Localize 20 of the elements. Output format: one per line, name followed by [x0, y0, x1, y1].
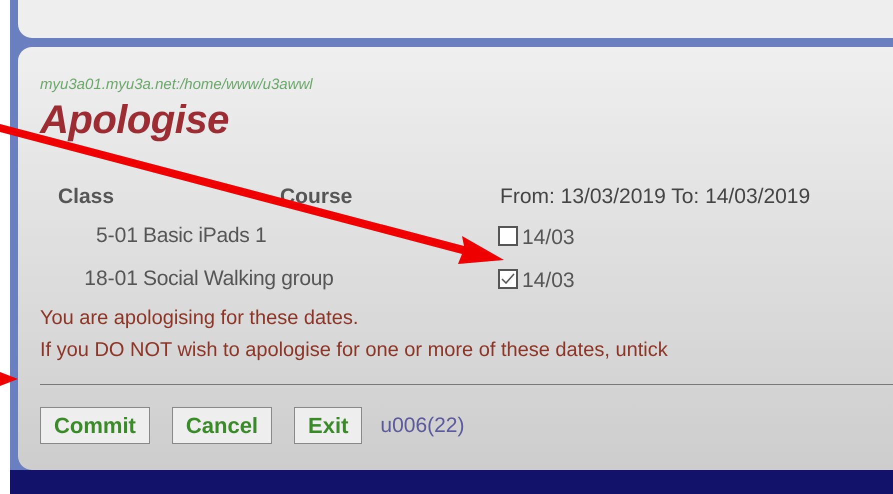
- form-button[interactable]: Cancel: [172, 407, 272, 444]
- server-path: myu3a01.myu3a.net:/home/www/u3awwl: [40, 77, 314, 92]
- course-name: Social Walking group: [143, 266, 334, 292]
- form-button[interactable]: Commit: [40, 407, 150, 444]
- checkbox[interactable]: [498, 226, 518, 246]
- class-code: 18-01: [83, 266, 138, 292]
- user-code: u006(22): [380, 412, 464, 439]
- date-range: From: 13/03/2019 To: 14/03/2019: [500, 184, 810, 210]
- course-name: Basic iPads 1: [143, 222, 268, 249]
- page-title: Apologise: [40, 100, 230, 140]
- notice-text: You are apologising for these dates.: [40, 306, 360, 331]
- notice-text: If you DO NOT wish to apologise for one or more of these dates, untick: [40, 338, 669, 363]
- annotation-arrow: [0, 370, 18, 386]
- column-header: Class: [58, 184, 116, 210]
- check-icon: [501, 272, 515, 284]
- class-code: 5-01: [94, 222, 138, 249]
- form-button[interactable]: Exit: [294, 407, 362, 444]
- date-label: 14/03: [522, 224, 575, 251]
- checkbox[interactable]: [498, 268, 518, 288]
- date-label: 14/03: [522, 268, 575, 294]
